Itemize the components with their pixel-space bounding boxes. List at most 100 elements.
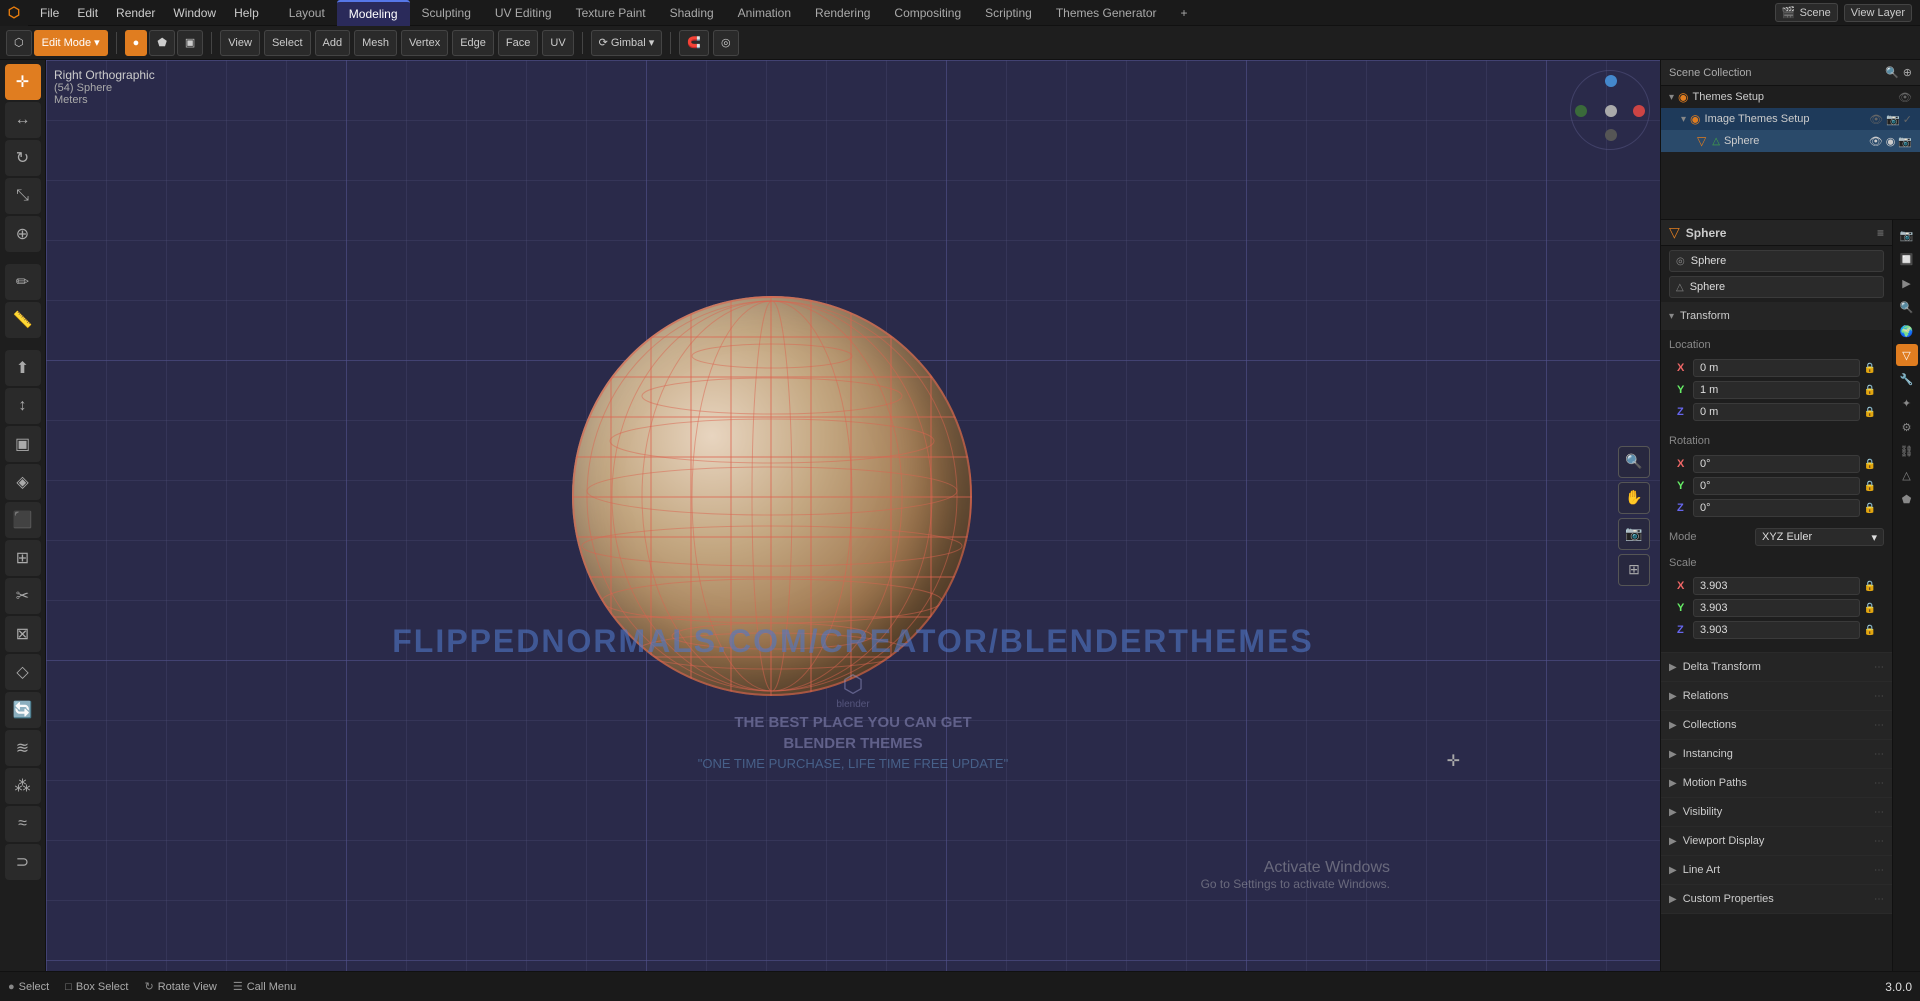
item-render-1[interactable]: 📷 — [1886, 113, 1900, 126]
tab-modeling[interactable]: Modeling — [337, 0, 410, 26]
mesh-btn[interactable]: Mesh — [354, 30, 397, 56]
tool-extrude2[interactable]: ↕ — [5, 388, 41, 424]
delta-transform-header[interactable]: ▶ Delta Transform ⋯ — [1661, 653, 1892, 681]
tool-randomize[interactable]: ⁂ — [5, 768, 41, 804]
add-btn[interactable]: Add — [315, 30, 351, 56]
viewport-display-header[interactable]: ▶ Viewport Display ⋯ — [1661, 827, 1892, 855]
select-btn[interactable]: Select — [264, 30, 311, 56]
outliner-add-icon[interactable]: ⊕ — [1903, 66, 1912, 79]
tab-compositing[interactable]: Compositing — [882, 0, 973, 26]
vertex-mode-btn[interactable]: ● — [125, 30, 148, 56]
loc-x-value[interactable]: 0 m — [1693, 359, 1860, 377]
loc-z-value[interactable]: 0 m — [1693, 403, 1860, 421]
nav-dot-bottom[interactable] — [1605, 129, 1617, 141]
outliner-item-image-themes[interactable]: ▾ ◉ Image Themes Setup 👁 📷 ✓ — [1661, 108, 1920, 130]
delta-options[interactable]: ⋯ — [1874, 662, 1884, 673]
outliner-filter-icon[interactable]: 🔍 — [1885, 66, 1899, 79]
tool-smooth[interactable]: ≋ — [5, 730, 41, 766]
tool-extrude[interactable]: ⬆ — [5, 350, 41, 386]
tool-slide-relax[interactable]: ≈ — [5, 806, 41, 842]
tab-animation[interactable]: Animation — [726, 0, 803, 26]
item-render-2[interactable]: 📷 — [1898, 135, 1912, 148]
custom-properties-header[interactable]: ▶ Custom Properties ⋯ — [1661, 885, 1892, 913]
tool-knife[interactable]: ✂ — [5, 578, 41, 614]
visibility-header[interactable]: ▶ Visibility ⋯ — [1661, 798, 1892, 826]
scale-x-lock[interactable]: 🔒 — [1864, 581, 1876, 592]
instancing-options[interactable]: ⋯ — [1874, 749, 1884, 760]
menu-help[interactable]: Help — [226, 4, 267, 22]
prop-icon-physics[interactable]: ⚙ — [1896, 416, 1918, 438]
scene-selector[interactable]: 🎬 Scene — [1775, 3, 1838, 22]
prop-icon-constraints[interactable]: ⛓ — [1896, 440, 1918, 462]
menu-edit[interactable]: Edit — [69, 4, 106, 22]
prop-icon-particles[interactable]: ✦ — [1896, 392, 1918, 414]
viewlayer-selector[interactable]: View Layer — [1844, 4, 1912, 22]
tab-sculpting[interactable]: Sculpting — [410, 0, 483, 26]
motion-paths-header[interactable]: ▶ Motion Paths ⋯ — [1661, 769, 1892, 797]
tab-add[interactable]: + — [1169, 0, 1200, 26]
instancing-header[interactable]: ▶ Instancing ⋯ — [1661, 740, 1892, 768]
view-btn[interactable]: View — [220, 30, 260, 56]
scale-z-lock[interactable]: 🔒 — [1864, 625, 1876, 636]
collections-options[interactable]: ⋯ — [1874, 720, 1884, 731]
camera-btn[interactable]: 📷 — [1618, 518, 1650, 550]
motion-paths-options[interactable]: ⋯ — [1874, 778, 1884, 789]
visibility-options[interactable]: ⋯ — [1874, 807, 1884, 818]
item-sel-2[interactable]: ◉ — [1886, 135, 1896, 148]
prop-icon-scene[interactable]: 📷 — [1896, 224, 1918, 246]
prop-icon-output[interactable]: ▶ — [1896, 272, 1918, 294]
edge-mode-btn[interactable]: ⬟ — [149, 30, 175, 56]
tab-themes-generator[interactable]: Themes Generator — [1044, 0, 1169, 26]
grid-btn[interactable]: ⊞ — [1618, 554, 1650, 586]
menu-window[interactable]: Window — [165, 4, 224, 22]
loc-y-value[interactable]: 1 m — [1693, 381, 1860, 399]
tool-scale[interactable]: ⤡ — [5, 178, 41, 214]
tab-layout[interactable]: Layout — [277, 0, 337, 26]
tab-texture-paint[interactable]: Texture Paint — [564, 0, 658, 26]
tool-bisect[interactable]: ⊠ — [5, 616, 41, 652]
edge-btn[interactable]: Edge — [452, 30, 494, 56]
prop-icon-material[interactable]: ⬟ — [1896, 488, 1918, 510]
transform-btn[interactable]: ⟳ Gimbal ▾ — [591, 30, 663, 56]
tool-measure[interactable]: 📏 — [5, 302, 41, 338]
tool-transform[interactable]: ⊕ — [5, 216, 41, 252]
tool-bevel[interactable]: ◈ — [5, 464, 41, 500]
menu-file[interactable]: File — [32, 4, 67, 22]
relations-header[interactable]: ▶ Relations ⋯ — [1661, 682, 1892, 710]
item-eye-1[interactable]: 👁 📷 ✓ — [1869, 113, 1912, 126]
snap-btn[interactable]: 🧲 — [679, 30, 709, 56]
rot-x-value[interactable]: 0° — [1693, 455, 1860, 473]
object-icon-btn[interactable]: ⬡ — [6, 30, 32, 56]
nav-dot-left[interactable] — [1575, 105, 1587, 117]
prop-icon-view[interactable]: 🔍 — [1896, 296, 1918, 318]
prop-icon-world[interactable]: 🌍 — [1896, 320, 1918, 342]
viewport[interactable]: Right Orthographic (54) Sphere Meters — [46, 60, 1660, 971]
scale-x-value[interactable]: 3.903 — [1693, 577, 1860, 595]
rot-z-lock[interactable]: 🔒 — [1864, 503, 1876, 514]
tool-inset[interactable]: ▣ — [5, 426, 41, 462]
tool-rotate[interactable]: ↻ — [5, 140, 41, 176]
transform-header[interactable]: ▾ Transform — [1661, 302, 1892, 330]
prop-icon-object[interactable]: ▽ — [1896, 344, 1918, 366]
item-exclude-1[interactable]: ✓ — [1903, 113, 1912, 126]
tool-spin[interactable]: 🔄 — [5, 692, 41, 728]
nav-dot-top[interactable] — [1605, 75, 1617, 87]
prop-icon-renderlayer[interactable]: 🔲 — [1896, 248, 1918, 270]
prop-icon-modifiers[interactable]: 🔧 — [1896, 368, 1918, 390]
face-mode-btn[interactable]: ▣ — [177, 30, 203, 56]
tool-move[interactable]: ↔ — [5, 102, 41, 138]
custom-props-options[interactable]: ⋯ — [1874, 894, 1884, 905]
loc-x-lock[interactable]: 🔒 — [1864, 363, 1876, 374]
nav-dot-center[interactable] — [1605, 105, 1617, 117]
proportional-btn[interactable]: ◎ — [713, 30, 739, 56]
viewport-display-options[interactable]: ⋯ — [1874, 836, 1884, 847]
tool-push-pull[interactable]: ⊃ — [5, 844, 41, 880]
mesh-name-field[interactable]: △ Sphere — [1669, 276, 1884, 298]
mode-prop-value[interactable]: XYZ Euler ▾ — [1755, 528, 1884, 546]
menu-render[interactable]: Render — [108, 4, 163, 22]
collections-header[interactable]: ▶ Collections ⋯ — [1661, 711, 1892, 739]
tool-polyline[interactable]: ◇ — [5, 654, 41, 690]
outliner-item-sphere[interactable]: ▽ △ Sphere 👁 ◉ 📷 — [1661, 130, 1920, 152]
face-btn[interactable]: Face — [498, 30, 538, 56]
relations-options[interactable]: ⋯ — [1874, 691, 1884, 702]
